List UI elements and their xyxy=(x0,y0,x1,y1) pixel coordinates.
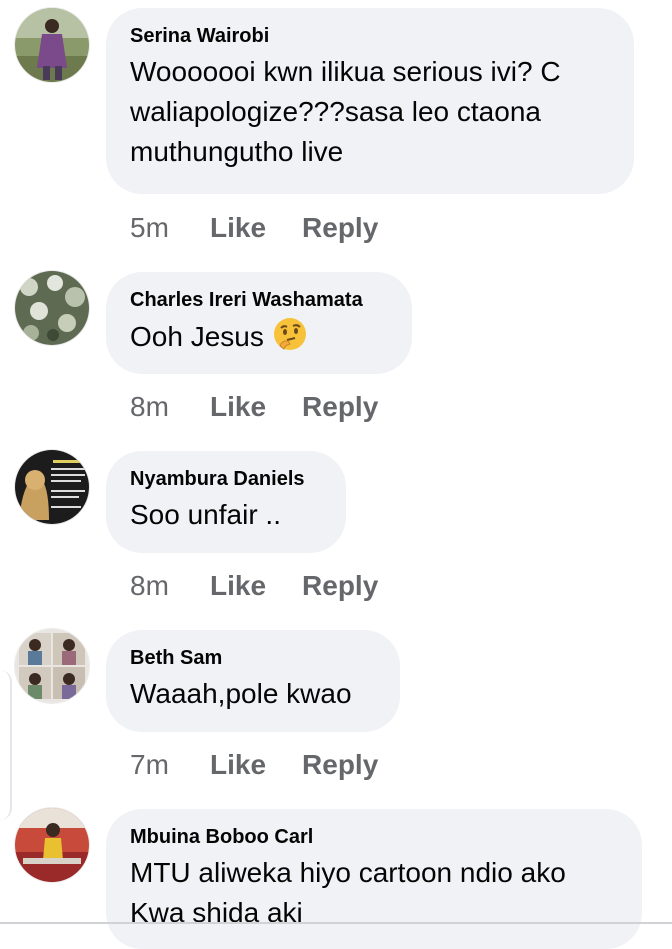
avatar[interactable] xyxy=(15,808,89,882)
like-button[interactable]: Like xyxy=(210,570,266,602)
comment-text: Soo unfair .. xyxy=(130,499,281,530)
comment-actions: 5m Like Reply xyxy=(130,208,378,248)
avatar[interactable] xyxy=(15,271,89,345)
comment-text: MTU aliweka hiyo cartoon ndio ako Kwa sh… xyxy=(130,857,566,928)
comment-bubble: Mbuina Boboo Carl MTU aliweka hiyo carto… xyxy=(106,809,642,949)
comment-text-content: Ooh Jesus xyxy=(130,321,264,352)
comment-author[interactable]: Mbuina Boboo Carl xyxy=(130,825,618,849)
reply-button[interactable]: Reply xyxy=(302,570,378,602)
comment-actions: 7m Like Reply xyxy=(130,745,378,785)
comment-author[interactable]: Charles Ireri Washamata xyxy=(130,288,388,312)
reply-button[interactable]: Reply xyxy=(302,749,378,781)
avatar[interactable] xyxy=(15,450,89,524)
comment-actions: 8m Like Reply xyxy=(130,387,378,427)
avatar-photo-person-standing xyxy=(15,8,89,82)
comment-author[interactable]: Serina Wairobi xyxy=(130,24,610,48)
comment-actions: 8m Like Reply xyxy=(130,566,378,606)
comment-timestamp[interactable]: 8m xyxy=(130,391,210,423)
thinking-face-icon xyxy=(272,316,308,352)
like-button[interactable]: Like xyxy=(210,212,266,244)
comment-author[interactable]: Beth Sam xyxy=(130,646,376,670)
comment-text: Wooooooi kwn ilikua serious ivi? C walia… xyxy=(130,56,561,167)
comment-timestamp[interactable]: 7m xyxy=(130,749,210,781)
comment-text: Ooh Jesus xyxy=(130,316,388,357)
like-button[interactable]: Like xyxy=(210,391,266,423)
reply-button[interactable]: Reply xyxy=(302,391,378,423)
avatar-photo-collage xyxy=(15,629,89,703)
divider xyxy=(0,922,672,924)
reply-button[interactable]: Reply xyxy=(302,212,378,244)
comment-bubble: Charles Ireri Washamata Ooh Jesus xyxy=(106,272,412,374)
comment-author[interactable]: Nyambura Daniels xyxy=(130,467,322,491)
comment-bubble: Serina Wairobi Wooooooi kwn ilikua serio… xyxy=(106,8,634,194)
comment-timestamp[interactable]: 5m xyxy=(130,212,210,244)
edge-panel-handle[interactable] xyxy=(0,670,12,820)
comment-bubble: Beth Sam Waaah,pole kwao xyxy=(106,630,400,732)
avatar-photo-lion-poster xyxy=(15,450,89,524)
comment-timestamp[interactable]: 8m xyxy=(130,570,210,602)
avatar[interactable] xyxy=(15,629,89,703)
avatar-photo-plants xyxy=(15,271,89,345)
avatar[interactable] xyxy=(15,8,89,82)
comment-text: Waaah,pole kwao xyxy=(130,678,352,709)
avatar-photo-person-red-room xyxy=(15,808,89,882)
like-button[interactable]: Like xyxy=(210,749,266,781)
comment-bubble: Nyambura Daniels Soo unfair .. xyxy=(106,451,346,553)
